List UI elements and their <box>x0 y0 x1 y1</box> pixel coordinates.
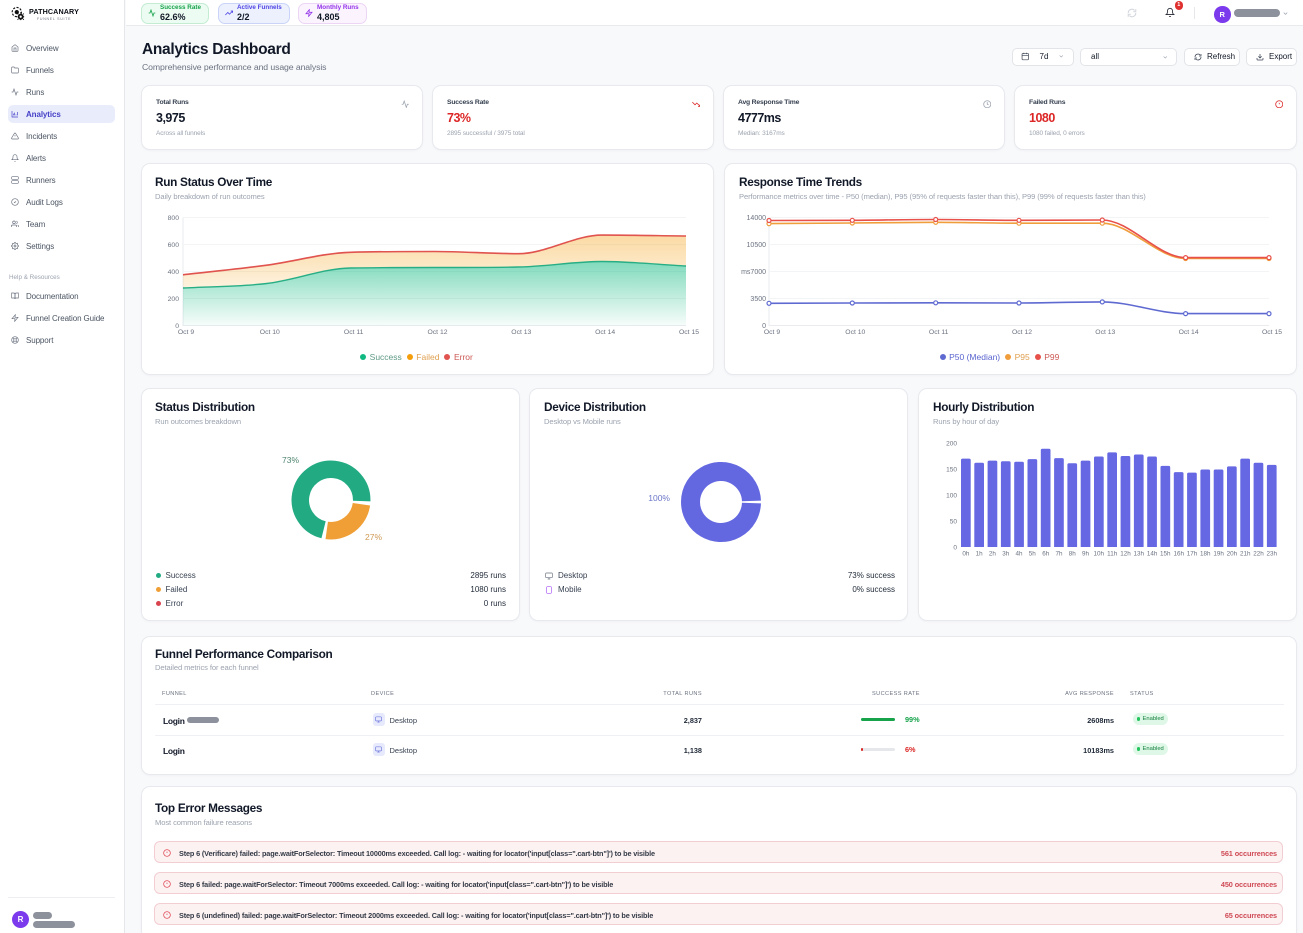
svg-text:8h: 8h <box>1069 551 1077 558</box>
svg-text:7h: 7h <box>1055 551 1063 558</box>
svg-text:Oct 15: Oct 15 <box>679 329 699 336</box>
svg-text:2h: 2h <box>989 551 997 558</box>
svg-text:10500: 10500 <box>747 242 767 249</box>
svg-text:Oct 12: Oct 12 <box>427 329 447 336</box>
svg-text:16h: 16h <box>1173 551 1184 558</box>
svg-text:Oct 9: Oct 9 <box>178 329 194 336</box>
svg-text:Oct 14: Oct 14 <box>1179 329 1199 336</box>
svg-text:14h: 14h <box>1147 551 1158 558</box>
svg-text:Oct 13: Oct 13 <box>1095 329 1115 336</box>
svg-text:150: 150 <box>946 466 957 473</box>
svg-text:6h: 6h <box>1042 551 1050 558</box>
svg-text:1h: 1h <box>976 551 984 558</box>
svg-text:50: 50 <box>950 518 958 525</box>
svg-text:Oct 10: Oct 10 <box>260 329 280 336</box>
svg-text:23h: 23h <box>1267 551 1278 558</box>
svg-text:Oct 10: Oct 10 <box>845 329 865 336</box>
svg-text:15h: 15h <box>1160 551 1171 558</box>
svg-text:4h: 4h <box>1015 551 1023 558</box>
svg-text:Oct 14: Oct 14 <box>595 329 615 336</box>
svg-text:19h: 19h <box>1213 551 1224 558</box>
svg-text:5h: 5h <box>1029 551 1037 558</box>
svg-text:27%: 27% <box>365 532 382 542</box>
svg-text:Oct 13: Oct 13 <box>511 329 531 336</box>
svg-text:Oct 12: Oct 12 <box>1012 329 1032 336</box>
svg-text:12h: 12h <box>1120 551 1131 558</box>
svg-text:100%: 100% <box>648 493 670 503</box>
svg-text:600: 600 <box>168 242 180 249</box>
svg-text:21h: 21h <box>1240 551 1251 558</box>
svg-text:3500: 3500 <box>750 296 766 303</box>
svg-text:10h: 10h <box>1094 551 1105 558</box>
svg-text:100: 100 <box>946 492 957 499</box>
svg-text:11h: 11h <box>1107 551 1118 558</box>
svg-text:0: 0 <box>953 544 957 551</box>
svg-text:22h: 22h <box>1253 551 1264 558</box>
svg-text:17h: 17h <box>1187 551 1198 558</box>
svg-text:3h: 3h <box>1002 551 1010 558</box>
svg-text:0h: 0h <box>962 551 970 558</box>
svg-text:Oct 11: Oct 11 <box>344 329 364 336</box>
svg-text:Oct 9: Oct 9 <box>764 329 780 336</box>
svg-text:800: 800 <box>168 215 180 222</box>
svg-text:73%: 73% <box>282 455 299 465</box>
svg-text:200: 200 <box>168 296 180 303</box>
svg-text:13h: 13h <box>1134 551 1145 558</box>
svg-text:20h: 20h <box>1227 551 1238 558</box>
svg-text:200: 200 <box>946 440 957 447</box>
svg-text:14000: 14000 <box>747 215 767 222</box>
svg-text:ms7000: ms7000 <box>741 269 766 276</box>
svg-text:400: 400 <box>168 269 180 276</box>
svg-text:9h: 9h <box>1082 551 1090 558</box>
svg-text:18h: 18h <box>1200 551 1211 558</box>
svg-text:Oct 11: Oct 11 <box>929 329 949 336</box>
svg-text:Oct 15: Oct 15 <box>1262 329 1282 336</box>
